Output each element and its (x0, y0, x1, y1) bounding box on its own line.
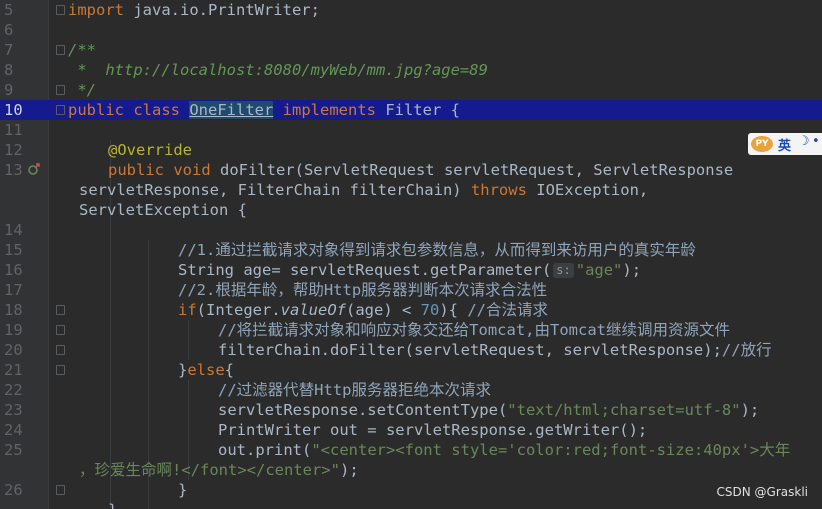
line-number: 14 (4, 221, 23, 239)
code-text: String age= servletRequest.getParameter( (178, 261, 552, 279)
line-number: 22 (4, 381, 23, 399)
ime-logo-icon: PY (751, 136, 773, 152)
doc-link[interactable]: http://localhost:8080/myWeb/mm.jpg?age=8… (105, 61, 488, 79)
line-number: 16 (4, 261, 23, 279)
code-text: servletResponse.setContentType( (218, 401, 508, 419)
code-text: filterChain.doFilter(servletRequest, ser… (218, 341, 722, 359)
line-number: 21 (4, 361, 23, 379)
code-text: out.print( (218, 441, 312, 459)
fold-marker[interactable] (56, 345, 65, 355)
line-number: 24 (4, 421, 23, 439)
fold-marker[interactable] (56, 105, 65, 115)
parameter-hint: s: (553, 263, 574, 278)
ime-halfwidth-icon[interactable]: ☽ (798, 134, 810, 149)
keyword: implements (273, 101, 386, 119)
line-number: 25 (4, 441, 23, 459)
line-number: 18 (4, 301, 23, 319)
code-text: Filter { (385, 101, 460, 119)
override-method-icon[interactable] (28, 163, 40, 175)
string-literal: ，珍爱生命啊!</font></center>" (79, 461, 340, 479)
watermark: CSDN @Graskli (716, 485, 808, 499)
code-line-17[interactable]: //2.根据年龄，帮助Http服务器判断本次请求合法性 (178, 280, 547, 300)
code-line-18[interactable]: if(Integer.valueOf(age) < 70){ //合法请求 (178, 300, 548, 320)
line-comment: //合法请求 (467, 301, 548, 319)
code-line-20[interactable]: filterChain.doFilter(servletRequest, ser… (218, 340, 772, 360)
ime-language-toggle[interactable]: 英 (778, 135, 791, 154)
fold-marker[interactable] (56, 325, 65, 335)
line-number: 19 (4, 321, 23, 339)
line-number: 23 (4, 401, 23, 419)
code-text: { (224, 361, 235, 379)
code-editor[interactable]: 5 6 7 8 9 10 11 12 13 14 15 16 17 18 19 … (0, 0, 822, 509)
line-number: 5 (4, 1, 14, 19)
line-number: 6 (4, 21, 14, 39)
code-text: } (178, 361, 188, 379)
line-comment: //放行 (721, 341, 772, 359)
code-text: doFilter(ServletRequest servletRequest, … (219, 161, 734, 179)
line-number: 9 (4, 81, 14, 99)
indent-guide (188, 320, 189, 360)
code-line-25[interactable]: out.print("<center><font style='color:re… (218, 440, 790, 460)
code-line-22[interactable]: //过滤器代替Http服务器拒绝本次请求 (218, 380, 491, 400)
keyword: else (187, 361, 225, 379)
string-literal: "age" (575, 261, 623, 279)
gutter-separator (48, 0, 49, 509)
line-number: 15 (4, 241, 23, 259)
keyword: if (178, 301, 197, 319)
code-line-27[interactable]: } (108, 500, 117, 509)
code-line-21[interactable]: }else{ (178, 360, 234, 380)
line-number: 20 (4, 341, 23, 359)
code-line-13-wrap-1[interactable]: servletResponse, FilterChain filterChain… (79, 180, 648, 200)
code-text: ); (339, 461, 359, 479)
fold-marker[interactable] (56, 485, 65, 495)
code-line-15[interactable]: //1.通过拦截请求对象得到请求包参数信息，从而得到来访用户的真实年龄 (178, 240, 696, 260)
fold-marker[interactable] (56, 85, 65, 95)
fold-marker[interactable] (56, 365, 65, 375)
class-name[interactable]: OneFilter (189, 101, 274, 119)
code-line-5[interactable]: import java.io.PrintWriter; (68, 0, 320, 20)
code-line-10[interactable]: public class OneFilter implements Filter… (68, 100, 460, 120)
line-number: 12 (4, 141, 23, 159)
string-literal: "text/html;charset=utf-8" (507, 401, 741, 419)
fold-marker[interactable] (56, 305, 65, 315)
code-line-13-wrap-2[interactable]: ServletException { (79, 200, 247, 220)
code-text: IOException, (526, 181, 649, 199)
code-line-25-wrap[interactable]: ，珍爱生命啊!</font></center>"); (79, 460, 359, 480)
code-text: java.io.PrintWriter; (124, 1, 320, 19)
code-line-24[interactable]: PrintWriter out = servletResponse.getWri… (218, 420, 647, 440)
code-line-16[interactable]: String age= servletRequest.getParameter(… (178, 260, 641, 280)
code-line-19[interactable]: //将拦截请求对象和响应对象交还给Tomcat,由Tomcat继续调用资源文件 (218, 320, 730, 340)
code-line-13[interactable]: public void doFilter(ServletRequest serv… (108, 160, 733, 180)
number-literal: 70 (420, 301, 440, 319)
code-line-26[interactable]: } (178, 480, 187, 500)
doc-comment: * (68, 61, 106, 79)
method-call: valueOf (280, 301, 346, 319)
code-line-23[interactable]: servletResponse.setContentType("text/htm… (218, 400, 759, 420)
fold-marker[interactable] (56, 45, 65, 55)
code-text: ); (622, 261, 642, 279)
code-text: ){ (439, 301, 468, 319)
string-literal: "<center><font style='color:red;font-siz… (311, 441, 791, 459)
keyword: import (68, 1, 124, 19)
keyword: throws (470, 181, 527, 199)
keyword: public class (68, 101, 190, 119)
code-text: servletResponse, FilterChain filterChain… (79, 181, 471, 199)
fold-marker[interactable] (56, 5, 65, 15)
current-line-number: 10 (4, 101, 23, 119)
ime-punctuation-icon[interactable]: • (812, 134, 820, 149)
line-number: 26 (4, 481, 23, 499)
code-line-7[interactable]: /** (68, 40, 96, 60)
line-number: 17 (4, 281, 23, 299)
line-number: 8 (4, 61, 14, 79)
line-number: 11 (4, 121, 23, 139)
code-line-9[interactable]: */ (68, 80, 96, 100)
code-line-8[interactable]: * http://localhost:8080/myWeb/mm.jpg?age… (68, 60, 488, 80)
line-number: 7 (4, 41, 14, 59)
keyword: public void (108, 161, 220, 179)
code-text: (Integer. (196, 301, 281, 319)
code-text: ); (740, 401, 760, 419)
code-text: (age) < (346, 301, 421, 319)
ime-status-bar[interactable]: PY 英 ☽ • (748, 133, 822, 155)
code-line-12[interactable]: @Override (108, 140, 192, 160)
